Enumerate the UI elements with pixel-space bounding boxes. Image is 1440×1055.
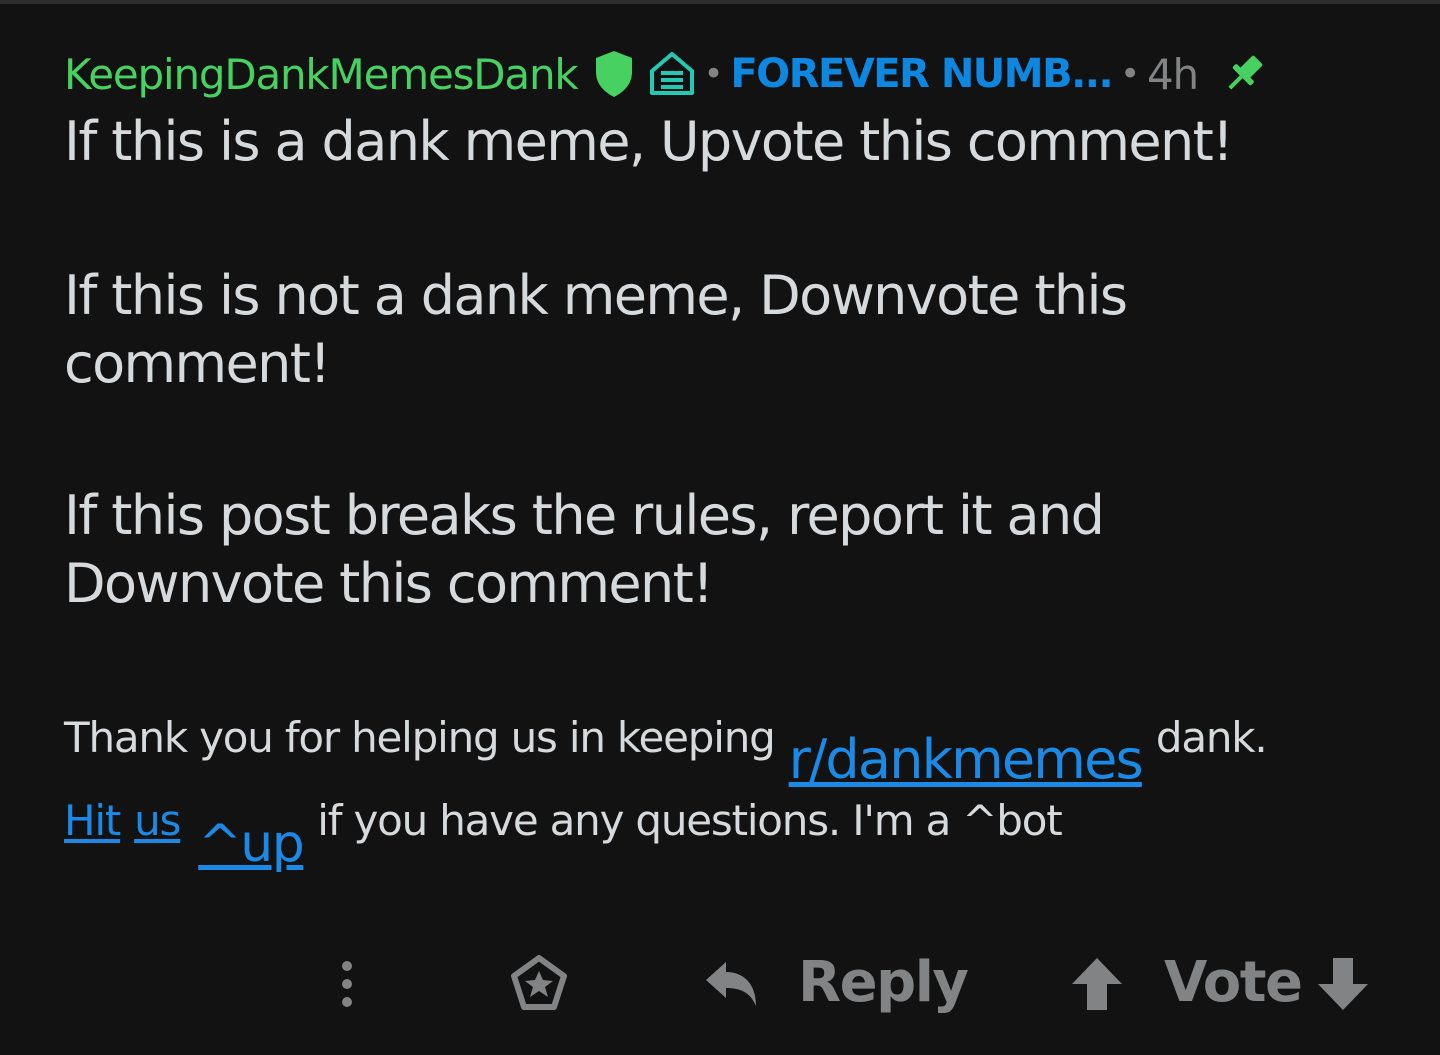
up-link[interactable]: ^up: [198, 814, 305, 874]
footer-text: if you have any questions. I'm a ^bot: [317, 796, 1062, 845]
comment-timestamp[interactable]: 4h: [1147, 50, 1199, 99]
reply-label: Reply: [798, 950, 969, 1015]
hit-link[interactable]: Hit: [64, 796, 121, 845]
comment-header: KeepingDankMemesDank • FOREVER NUMB... •…: [64, 46, 1268, 102]
pin-icon: [1220, 50, 1268, 98]
subreddit-link[interactable]: r/dankmemes: [789, 728, 1144, 791]
more-vertical-icon[interactable]: [332, 956, 362, 1012]
reply-arrow-icon: [702, 956, 760, 1010]
comment: KeepingDankMemesDank • FOREVER NUMB... •…: [0, 0, 1440, 1055]
comment-paragraph: If this is not a dank meme, Downvote thi…: [64, 264, 1128, 395]
flair-hand-icon: [648, 51, 696, 97]
comment-paragraph: If this post breaks the rules, report it…: [64, 484, 1105, 615]
shield-icon: [592, 49, 636, 99]
separator-dot: •: [1120, 54, 1140, 94]
comment-paragraph: If this is a dank meme, Upvote this comm…: [64, 110, 1234, 173]
upvote-arrow-icon[interactable]: [1070, 956, 1124, 1012]
award-icon[interactable]: [508, 954, 570, 1012]
us-link[interactable]: us: [134, 796, 181, 845]
footer-line: Thank you for helping us in keeping r/dan…: [64, 702, 1268, 791]
author-username[interactable]: KeepingDankMemesDank: [64, 50, 579, 99]
vote-label: Vote: [1164, 950, 1303, 1015]
comment-body: If this is a dank meme, Upvote this comm…: [64, 108, 1364, 618]
comment-toolbar: Reply Vote: [0, 934, 1440, 1034]
user-flair: FOREVER NUMB...: [730, 51, 1113, 97]
footer-text: Thank you for helping us in keeping: [64, 713, 776, 762]
footer-line: Hit us ^up if you have any questions. I'm a…: [64, 788, 1063, 874]
downvote-arrow-icon[interactable]: [1316, 956, 1370, 1012]
footer-text: dank.: [1155, 713, 1268, 762]
reply-button[interactable]: Reply: [702, 950, 969, 1015]
separator-dot: •: [703, 54, 724, 94]
